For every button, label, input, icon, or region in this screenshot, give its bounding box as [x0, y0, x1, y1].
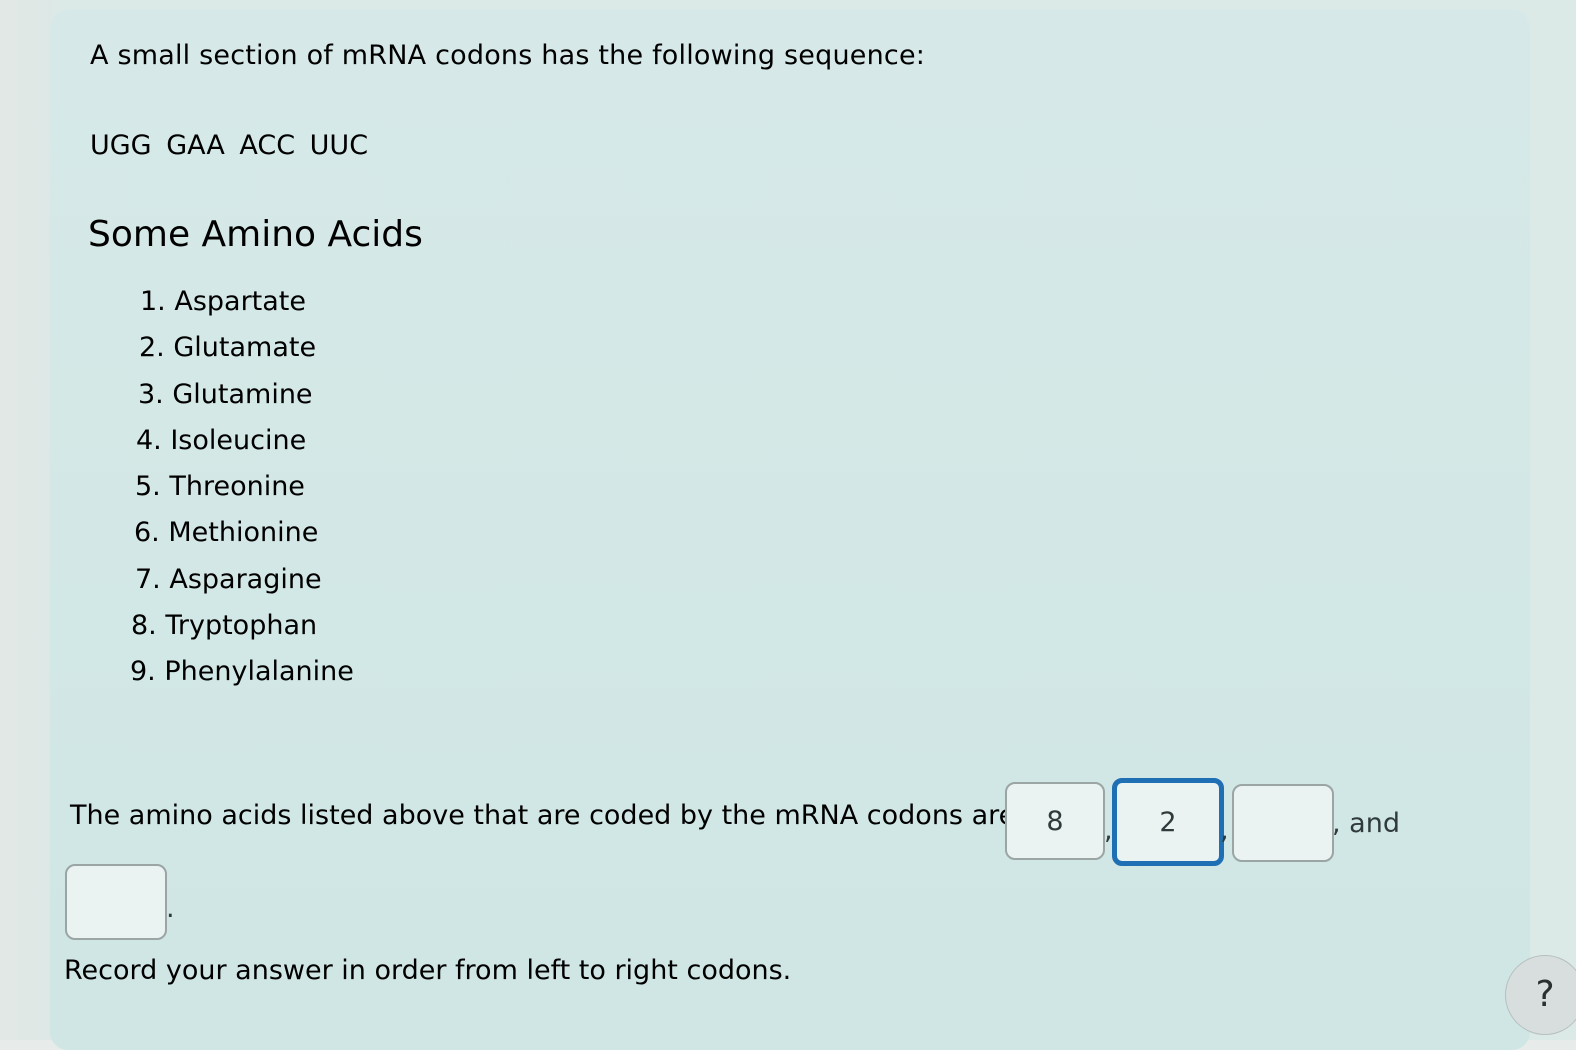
answer-separator: . [166, 893, 175, 924]
answer-input-4[interactable] [65, 864, 167, 940]
answer-separator: , [1220, 815, 1229, 846]
answer-input-3[interactable] [1232, 784, 1334, 862]
list-item: 8. Tryptophan [131, 610, 318, 642]
list-item: 4. Isoleucine [136, 424, 307, 456]
list-item: 9. Phenylalanine [130, 656, 354, 688]
amino-acids-heading: Some Amino Acids [88, 214, 423, 255]
list-item: 1. Aspartate [140, 286, 306, 317]
answer-question-text: The amino acids listed above that are co… [70, 800, 1016, 831]
list-item: 3. Glutamine [138, 378, 313, 410]
list-item: 7. Asparagine [135, 563, 322, 595]
mrna-sequence: UGG GAA ACC UUC [90, 130, 369, 161]
answer-separator: , and [1332, 808, 1400, 839]
answer-input-2[interactable]: 2 [1112, 778, 1224, 866]
answer-instruction: Record your answer in order from left to… [64, 955, 792, 986]
list-item: 2. Glutamate [139, 332, 317, 364]
question-prompt: A small section of mRNA codons has the f… [90, 40, 926, 71]
help-button[interactable]: ? [1505, 955, 1576, 1035]
amino-acid-list: 1. Aspartate 2. Glutamate 3. Glutamine 4… [130, 282, 354, 699]
list-item: 6. Methionine [134, 517, 319, 549]
answer-input-1[interactable]: 8 [1005, 782, 1105, 860]
list-item: 5. Threonine [135, 471, 305, 503]
